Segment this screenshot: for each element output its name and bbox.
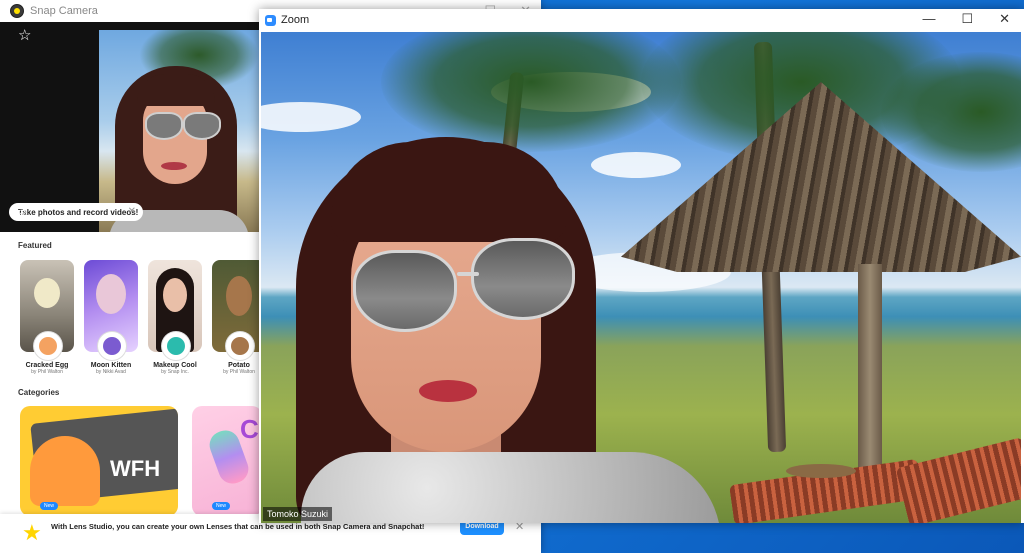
zoom-logo-icon (265, 14, 276, 26)
categories-heading: Categories (18, 388, 60, 397)
new-badge: New (212, 502, 231, 510)
snap-window-title: Snap Camera (30, 5, 98, 17)
zoom-close-icon[interactable]: ✕ (999, 11, 1010, 27)
snap-camera-logo-icon (10, 4, 24, 18)
zoom-window-title: Zoom (281, 14, 310, 26)
capture-tooltip: Take photos and record videos! ✕ (9, 203, 143, 221)
participant-name-tag: Tomoko Suzuki (263, 507, 333, 521)
zoom-minimize-icon[interactable]: — (922, 11, 935, 27)
lens-card-potato[interactable]: Potato by Phil Walton (212, 260, 266, 380)
new-badge: New (40, 502, 59, 510)
featured-heading: Featured (18, 241, 52, 250)
lens-author: by Phil Walton (31, 369, 63, 375)
lens-card-makeup-cool[interactable]: Makeup Cool by Snap Inc. (148, 260, 202, 380)
lens-name: Cracked Egg (25, 362, 69, 369)
snap-camera-preview (99, 30, 261, 232)
tooltip-text: Take photos and record videos! (18, 207, 139, 217)
lens-name: Potato (228, 362, 250, 369)
category-card-wfh[interactable]: WFH New (20, 406, 178, 516)
lens-creator-avatar (34, 332, 62, 360)
lens-card-cracked-egg[interactable]: Cracked Egg by Phil Walton (20, 260, 74, 380)
lens-name: Makeup Cool (153, 362, 197, 369)
lens-name: Moon Kitten (90, 362, 132, 369)
favorites-star-icon[interactable]: ☆ (18, 26, 31, 44)
camera-capture-icon[interactable]: ◎ (16, 206, 27, 222)
zoom-window: Zoom — ☐ ✕ Tomoko Suzuki (259, 9, 1024, 523)
lens-author: by Snap Inc. (161, 369, 189, 375)
banner-message: With Lens Studio, you can create your ow… (51, 522, 425, 531)
lens-creator-avatar (226, 332, 254, 360)
zoom-titlebar[interactable]: Zoom — ☐ ✕ (259, 9, 1024, 31)
zoom-maximize-icon[interactable]: ☐ (961, 11, 973, 27)
lens-creator-avatar (98, 332, 126, 360)
lens-author: by Phil Walton (223, 369, 255, 375)
zoom-participant-video: Tomoko Suzuki (261, 32, 1021, 523)
tooltip-close-icon[interactable]: ✕ (128, 206, 136, 217)
lens-author: by Nikki Avad (96, 369, 126, 375)
lens-card-moon-kitten[interactable]: Moon Kitten by Nikki Avad (84, 260, 138, 380)
lens-creator-avatar (162, 332, 190, 360)
category-label: C (240, 414, 259, 444)
category-label: WFH (110, 456, 161, 481)
category-card-c[interactable]: C New (192, 406, 262, 516)
lens-studio-star-icon: ★ (22, 520, 42, 545)
